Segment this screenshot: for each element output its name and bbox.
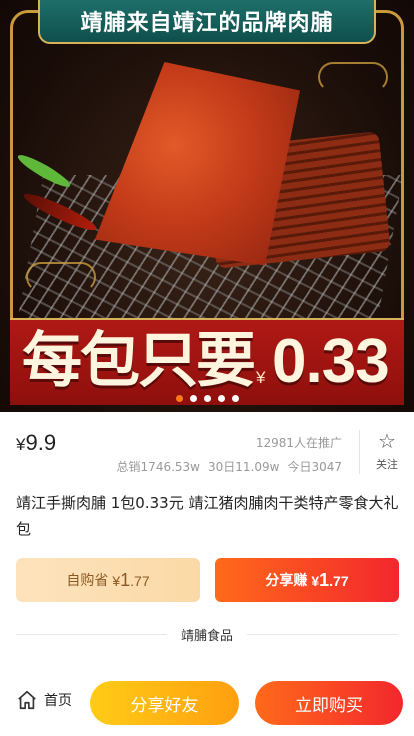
- carousel-dot[interactable]: [175, 395, 183, 402]
- product-price: ¥9.9: [16, 430, 56, 456]
- banner-title-ribbon: 靖脯来自靖江的品牌肉脯: [38, 0, 376, 44]
- amount-decimal: .77: [130, 572, 150, 589]
- price-value: 9.9: [25, 430, 57, 455]
- home-button[interactable]: 首页: [16, 689, 72, 711]
- vertical-divider: [359, 430, 360, 474]
- amount-decimal: .77: [329, 572, 349, 589]
- carousel-dot[interactable]: [189, 395, 197, 402]
- sales-stats: 总销1746.53w 30日11.09w 今日3047: [117, 458, 342, 475]
- share-earn-button[interactable]: 分享赚 ¥1.77: [215, 558, 399, 602]
- divider-line: [16, 634, 167, 635]
- star-outline-icon: ☆: [378, 429, 396, 453]
- follow-button[interactable]: ☆ 关注: [366, 430, 408, 472]
- amount-integer: 1: [120, 569, 131, 590]
- share-earn-label: 分享赚: [265, 573, 308, 589]
- shop-section: 靖脯食品: [16, 625, 399, 644]
- sales-today: 今日3047: [287, 460, 342, 474]
- banner-title: 靖脯来自靖江的品牌肉脯: [80, 10, 334, 35]
- buy-now-button[interactable]: 立即购买: [255, 681, 403, 725]
- amount-integer: 1: [319, 569, 330, 590]
- carousel-indicator: [0, 395, 414, 402]
- promo-text: 每包只要: [22, 327, 256, 394]
- follow-label: 关注: [376, 458, 398, 471]
- promo-currency: ¥: [256, 368, 266, 387]
- home-label: 首页: [44, 693, 72, 709]
- promo-price: 0.33: [272, 327, 390, 396]
- total-sales: 总销1746.53w: [116, 460, 200, 474]
- share-earn-amount: ¥1.77: [311, 570, 348, 591]
- promoter-count: 12981人在推广: [255, 436, 342, 450]
- currency-symbol: ¥: [311, 572, 320, 589]
- product-title: 靖江手撕肉脯 1包0.33元 靖江猪肉脯肉干类特产零食大礼包: [16, 494, 399, 538]
- currency-symbol: ¥: [112, 572, 121, 589]
- self-purchase-save-button[interactable]: 自购省 ¥1.77: [16, 558, 200, 602]
- product-image-carousel[interactable]: 靖脯来自靖江的品牌肉脯 每包只要 ¥ 0.33: [0, 0, 414, 412]
- sales-30-days: 30日11.09w: [208, 460, 280, 474]
- self-purchase-amount: ¥1.77: [112, 570, 149, 591]
- carousel-dot[interactable]: [231, 395, 239, 402]
- carousel-dot[interactable]: [203, 395, 211, 402]
- home-icon: [18, 690, 36, 710]
- shop-name[interactable]: 靖脯食品: [167, 625, 247, 644]
- share-friends-button[interactable]: 分享好友: [90, 681, 239, 725]
- carousel-dot[interactable]: [217, 395, 225, 402]
- self-purchase-label: 自购省: [66, 573, 109, 589]
- divider-line: [247, 634, 399, 635]
